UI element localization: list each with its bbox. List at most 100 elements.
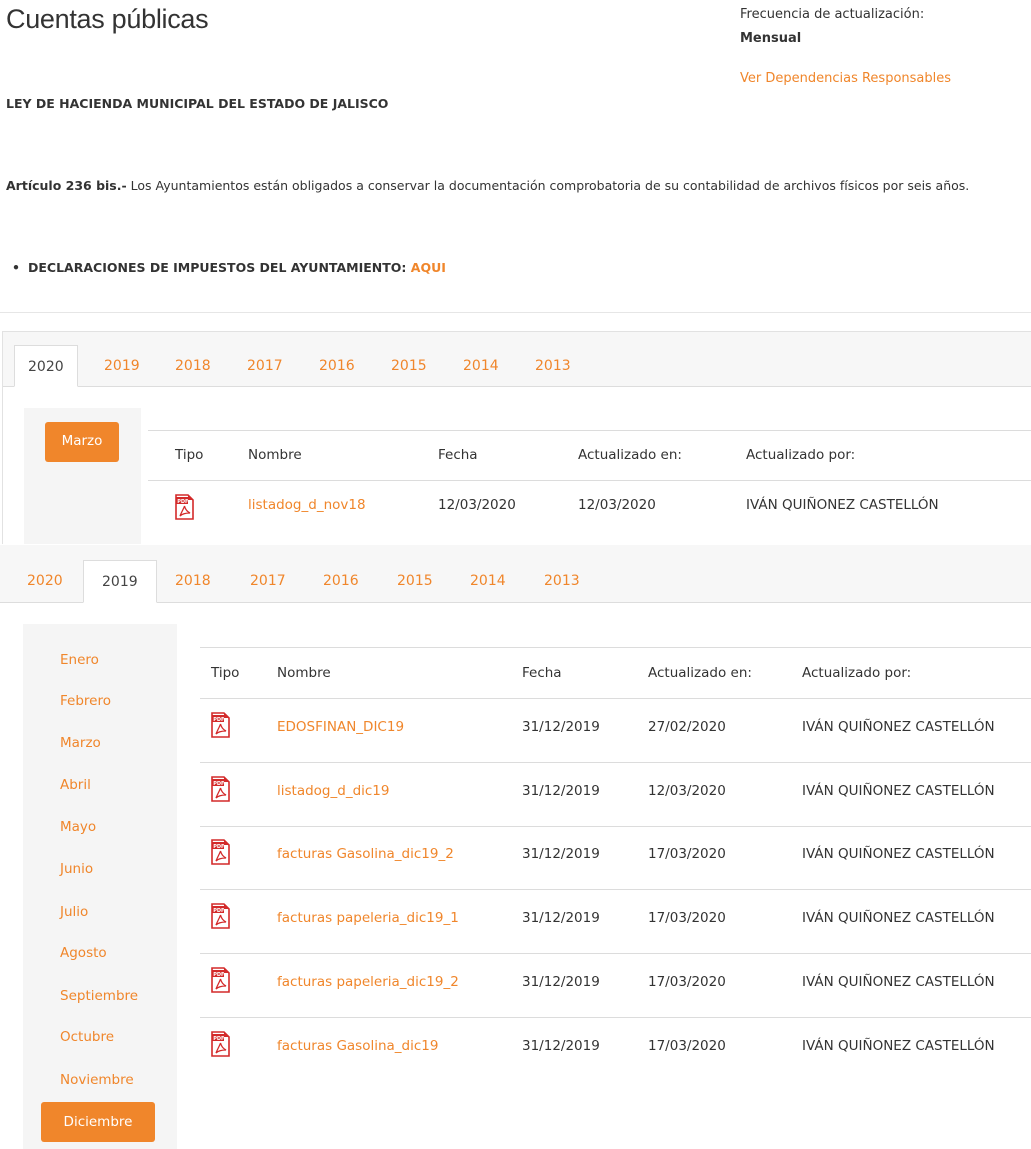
file-name-link[interactable]: listadog_d_dic19 <box>277 783 390 799</box>
file-date: 31/12/2019 <box>522 910 600 926</box>
tab-2020[interactable]: 2020 <box>14 345 78 387</box>
table-border <box>148 480 1031 481</box>
month-agosto[interactable]: Agosto <box>60 945 107 961</box>
file-updated-on: 17/03/2020 <box>648 910 726 926</box>
file-updated-on: 12/03/2020 <box>648 783 726 799</box>
month-junio[interactable]: Junio <box>60 861 93 877</box>
file-name-link[interactable]: EDOSFINAN_DIC19 <box>277 719 404 735</box>
file-updated-on: 17/03/2020 <box>648 974 726 990</box>
tab-2013[interactable]: 2013 <box>522 345 584 387</box>
month-septiembre[interactable]: Septiembre <box>60 988 138 1004</box>
month-diciembre[interactable]: Diciembre <box>41 1102 155 1142</box>
tab-2018[interactable]: 2018 <box>162 560 224 602</box>
file-updated-on: 17/03/2020 <box>648 846 726 862</box>
table-border <box>200 762 1031 763</box>
file-date: 31/12/2019 <box>522 719 600 735</box>
column-header-tipo: Tipo <box>175 447 204 463</box>
tab-2016[interactable]: 2016 <box>310 560 372 602</box>
svg-text:PDF: PDF <box>213 972 224 978</box>
tab-2016[interactable]: 2016 <box>306 345 368 387</box>
tab-2015[interactable]: 2015 <box>384 560 446 602</box>
table-border <box>200 953 1031 954</box>
file-updated-on: 17/03/2020 <box>648 1038 726 1054</box>
column-header-nombre: Nombre <box>248 447 302 463</box>
svg-text:PDF: PDF <box>213 781 224 787</box>
file-name-link[interactable]: listadog_d_nov18 <box>248 497 366 513</box>
declarations-link[interactable]: AQUI <box>411 260 446 275</box>
tab-2014[interactable]: 2014 <box>450 345 512 387</box>
file-updated-by: IVÁN QUIÑONEZ CASTELLÓN <box>802 910 995 926</box>
file-updated-on: 12/03/2020 <box>578 497 656 513</box>
year-tabs-2020-panel: 2020 2019 2018 2017 2016 2015 2014 2013 <box>3 332 1031 387</box>
column-header-tipo: Tipo <box>211 665 240 681</box>
table-border <box>200 889 1031 890</box>
pdf-icon[interactable]: PDF <box>211 1031 230 1057</box>
table-border <box>200 698 1031 699</box>
month-mayo[interactable]: Mayo <box>60 819 96 835</box>
year-tabs-2019-panel: 2020 2019 2018 2017 2016 2015 2014 2013 <box>0 545 1031 603</box>
article-label: Artículo 236 bis.- <box>6 178 127 193</box>
svg-text:PDF: PDF <box>177 499 188 505</box>
tab-2018[interactable]: 2018 <box>162 345 224 387</box>
file-updated-by: IVÁN QUIÑONEZ CASTELLÓN <box>802 846 995 862</box>
column-header-fecha: Fecha <box>522 665 562 681</box>
divider <box>0 312 1031 313</box>
month-enero[interactable]: Enero <box>60 652 99 668</box>
law-title: LEY DE HACIENDA MUNICIPAL DEL ESTADO DE … <box>6 96 389 111</box>
month-noviembre[interactable]: Noviembre <box>60 1072 134 1088</box>
column-header-nombre: Nombre <box>277 665 331 681</box>
table-border <box>148 430 1031 431</box>
month-julio[interactable]: Julio <box>60 904 88 920</box>
pdf-icon[interactable]: PDF <box>211 967 230 993</box>
file-updated-by: IVÁN QUIÑONEZ CASTELLÓN <box>746 497 939 513</box>
bullet: • <box>12 260 20 275</box>
column-header-actualizado-por: Actualizado por: <box>802 665 912 681</box>
month-abril[interactable]: Abril <box>60 777 91 793</box>
table-border <box>200 826 1031 827</box>
file-name-link[interactable]: facturas papeleria_dic19_1 <box>277 910 459 926</box>
file-date: 31/12/2019 <box>522 974 600 990</box>
tab-2019[interactable]: 2019 <box>83 560 157 603</box>
dependencies-link[interactable]: Ver Dependencias Responsables <box>740 71 951 86</box>
pdf-icon[interactable]: PDF <box>211 839 230 865</box>
file-updated-by: IVÁN QUIÑONEZ CASTELLÓN <box>802 783 995 799</box>
month-button-marzo[interactable]: Marzo <box>45 422 119 462</box>
file-name-link[interactable]: facturas Gasolina_dic19 <box>277 1038 438 1054</box>
pdf-icon[interactable]: PDF <box>175 494 194 520</box>
file-updated-by: IVÁN QUIÑONEZ CASTELLÓN <box>802 974 995 990</box>
pdf-icon[interactable]: PDF <box>211 712 230 738</box>
file-name-link[interactable]: facturas papeleria_dic19_2 <box>277 974 459 990</box>
month-febrero[interactable]: Febrero <box>60 693 111 709</box>
month-octubre[interactable]: Octubre <box>60 1029 114 1045</box>
table-border <box>200 647 1031 648</box>
table-border <box>200 1017 1031 1018</box>
tab-2020[interactable]: 2020 <box>14 560 76 602</box>
file-updated-by: IVÁN QUIÑONEZ CASTELLÓN <box>802 719 995 735</box>
tab-2019[interactable]: 2019 <box>91 345 153 387</box>
svg-text:PDF: PDF <box>213 844 224 850</box>
tab-2013[interactable]: 2013 <box>531 560 593 602</box>
article-paragraph: Artículo 236 bis.- Los Ayuntamientos est… <box>6 178 969 193</box>
tab-2015[interactable]: 2015 <box>378 345 440 387</box>
frequency-label: Frecuencia de actualización: <box>740 7 925 22</box>
page-title: Cuentas públicas <box>6 4 209 34</box>
column-header-actualizado-por: Actualizado por: <box>746 447 856 463</box>
file-date: 31/12/2019 <box>522 783 600 799</box>
pdf-icon[interactable]: PDF <box>211 776 230 802</box>
svg-text:PDF: PDF <box>213 1036 224 1042</box>
tab-2014[interactable]: 2014 <box>457 560 519 602</box>
file-date: 31/12/2019 <box>522 1038 600 1054</box>
month-sidebar-2019: Enero Febrero Marzo Abril Mayo Junio Jul… <box>23 624 177 1149</box>
column-header-actualizado-en: Actualizado en: <box>648 665 752 681</box>
tab-2017[interactable]: 2017 <box>234 345 296 387</box>
column-header-fecha: Fecha <box>438 447 478 463</box>
article-text: Los Ayuntamientos están obligados a cons… <box>126 178 970 193</box>
column-header-actualizado-en: Actualizado en: <box>578 447 682 463</box>
file-name-link[interactable]: facturas Gasolina_dic19_2 <box>277 846 454 862</box>
frequency-value: Mensual <box>740 31 802 46</box>
pdf-icon[interactable]: PDF <box>211 903 230 929</box>
file-updated-on: 27/02/2020 <box>648 719 726 735</box>
tab-2017[interactable]: 2017 <box>237 560 299 602</box>
month-marzo[interactable]: Marzo <box>60 735 101 751</box>
declarations-label: DECLARACIONES DE IMPUESTOS DEL AYUNTAMIE… <box>28 260 407 275</box>
